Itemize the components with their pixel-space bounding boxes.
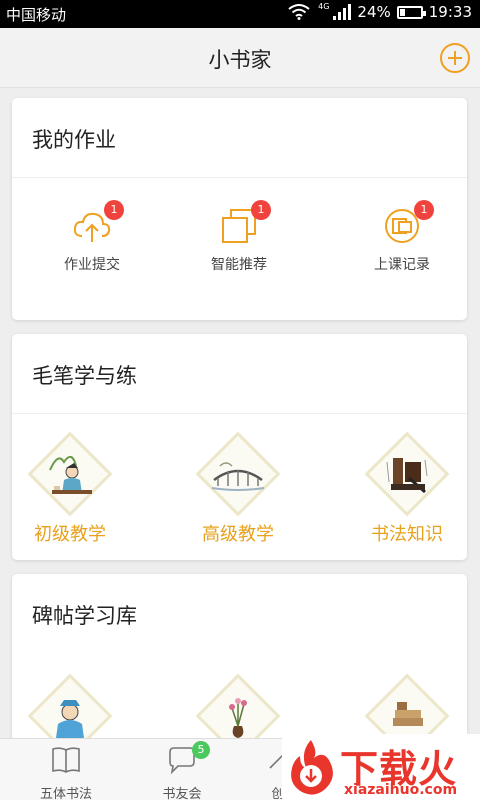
class-record-button[interactable]: 1 上课记录 [347, 200, 457, 274]
smart-recommend-label: 智能推荐 [211, 257, 267, 273]
scholar-writing-illustration [49, 455, 92, 494]
wifi-icon [288, 4, 310, 20]
homework-submit-label: 作业提交 [64, 257, 120, 273]
beginner-lesson-button[interactable]: 初级教学 [12, 431, 130, 546]
clock: 19:33 [428, 3, 472, 21]
carrier-name: 中国移动 [6, 6, 67, 24]
advanced-lesson-label: 高级教学 [202, 524, 274, 545]
class-record-label: 上课记录 [374, 257, 430, 273]
brush-title: 毛笔学与练 [12, 334, 467, 414]
tab-badge: 5 [192, 741, 210, 759]
smart-recommend-button[interactable]: 1 智能推荐 [184, 200, 294, 274]
signal-icon [333, 4, 352, 20]
brush-card: 毛笔学与练 初级教学 高级教学 书法知识 [12, 334, 467, 560]
notification-badge: 1 [104, 200, 124, 220]
beginner-lesson-label: 初级教学 [34, 524, 106, 545]
nav-bar: 小书家 [0, 28, 480, 88]
advanced-lesson-button[interactable]: 高级教学 [178, 431, 298, 546]
status-bar: 中国移动 4G 24% 19:33 [0, 0, 480, 28]
homework-card: 我的作业 1 作业提交 1 智能推荐 1 上课记录 [12, 98, 467, 320]
page-title: 小书家 [208, 48, 272, 72]
watermark-url: xiazaihuo.com [344, 782, 458, 798]
library-title: 碑帖学习库 [32, 604, 137, 628]
watermark: 下载火 xiazaihuo.com [282, 734, 480, 800]
tab-five-scripts-label: 五体书法 [39, 787, 92, 800]
status-icons: 4G 24% 19:33 [288, 1, 472, 21]
notification-badge: 1 [414, 200, 434, 220]
battery-percent: 24% [357, 3, 391, 21]
ink-stone-illustration [386, 458, 428, 494]
network-type: 4G [318, 1, 330, 11]
flame-logo-icon [291, 740, 333, 795]
tab-five-scripts[interactable]: 五体书法 [6, 739, 126, 800]
homework-title: 我的作业 [12, 98, 467, 178]
calligraphy-knowledge-label: 书法知识 [371, 524, 443, 545]
book-icon [52, 747, 80, 773]
bridge-landscape-illustration [211, 462, 265, 491]
homework-submit-button[interactable]: 1 作业提交 [37, 200, 147, 274]
calligraphy-knowledge-button[interactable]: 书法知识 [347, 431, 467, 546]
library-card: 碑帖学习库 [12, 574, 467, 754]
notification-badge: 1 [251, 200, 271, 220]
plus-circle-icon[interactable] [440, 43, 470, 73]
battery-icon [396, 5, 426, 19]
